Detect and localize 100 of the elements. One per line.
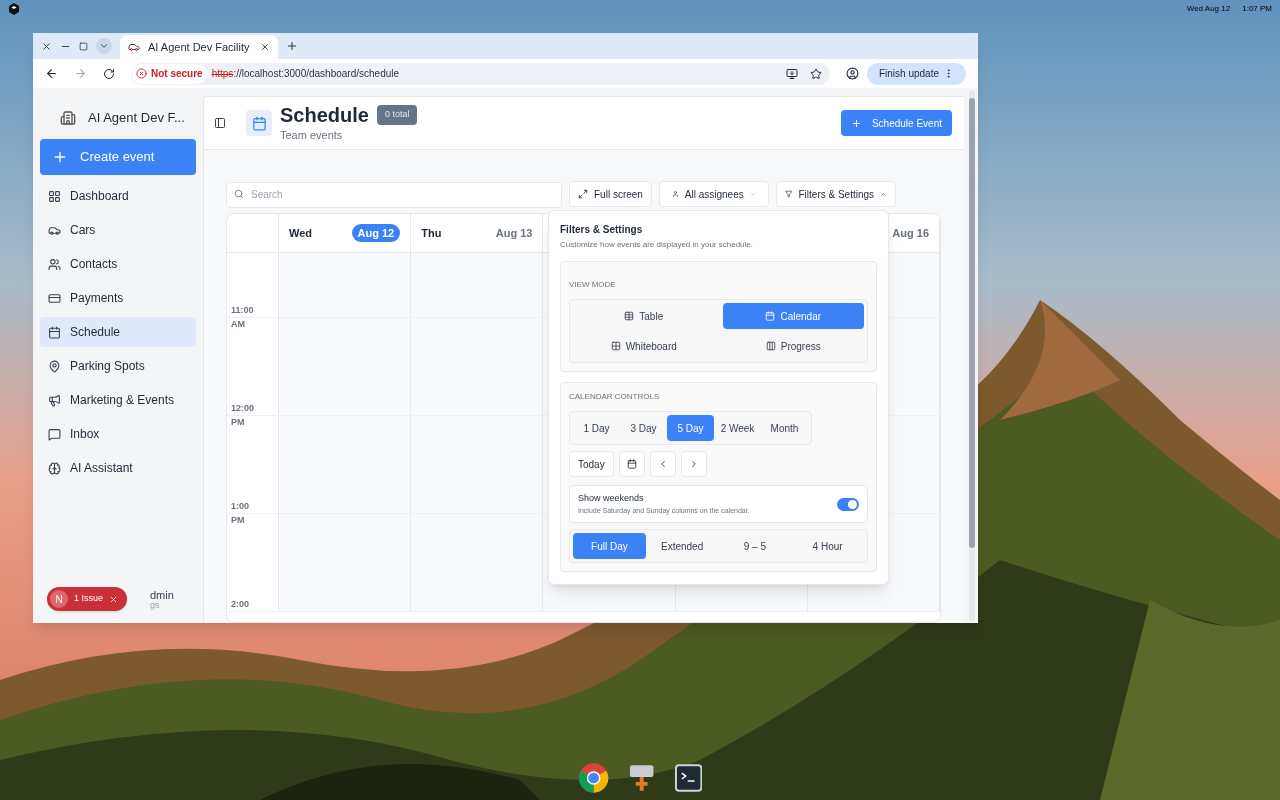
calendar-icon — [626, 459, 637, 469]
filters-button[interactable]: Filters & Settings — [775, 181, 896, 207]
pin-icon — [48, 359, 61, 373]
nav-item[interactable]: Inbox — [40, 419, 196, 449]
assignees-dropdown[interactable]: All assignees — [658, 181, 769, 207]
close-icon[interactable] — [109, 594, 119, 604]
nav-item[interactable]: Contacts — [40, 249, 196, 279]
view-mode-option[interactable]: Progress — [722, 333, 864, 359]
popover-subtitle: Customize how events are displayed in your schedule. — [560, 239, 754, 251]
range-option[interactable]: 1 Day — [573, 415, 620, 441]
day-name: Wed — [289, 225, 313, 241]
range-option[interactable]: 3 Day — [620, 415, 667, 441]
time-label: 2:00 — [231, 597, 250, 611]
view-mode-option[interactable]: Calendar — [722, 303, 864, 329]
warning-icon — [136, 68, 147, 79]
plus-icon — [52, 149, 68, 165]
nav-item[interactable]: Dashboard — [40, 181, 196, 211]
installer-icon[interactable] — [629, 763, 655, 793]
count-badge: 0 total — [376, 105, 418, 125]
hours-option[interactable]: Full Day — [573, 533, 646, 559]
logo-icon[interactable] — [8, 3, 20, 15]
time-period: AM — [231, 318, 246, 331]
terminal-icon[interactable] — [674, 764, 702, 792]
nav-item[interactable]: Payments — [40, 283, 196, 313]
nav-item[interactable]: AI Assistant — [40, 453, 196, 483]
time-label: 12:00 — [231, 401, 256, 415]
bookmark-icon[interactable] — [809, 67, 822, 80]
setting-title: Show weekends — [578, 492, 645, 505]
create-event-button[interactable]: Create event — [40, 139, 196, 175]
range-option[interactable]: Month — [761, 415, 808, 441]
browser-tab[interactable]: AI Agent Dev Facility — [120, 35, 278, 59]
view-mode-option[interactable]: Whiteboard — [573, 333, 715, 359]
profile-icon[interactable] — [845, 67, 859, 80]
day-date: Aug 12 — [351, 223, 401, 243]
fullscreen-button[interactable]: Full screen — [569, 181, 652, 207]
sidebar-toggle-icon[interactable] — [214, 117, 226, 129]
date-text: Wed Aug 12 — [1186, 3, 1231, 15]
section-label: CALENDAR CONTROLS — [569, 391, 661, 403]
page-subtitle: Team events — [280, 127, 344, 143]
update-button[interactable]: Finish update — [866, 62, 966, 85]
url-text: https://localhost:3000/dashboard/schedule — [211, 67, 400, 81]
hours-option[interactable]: Extended — [645, 533, 719, 559]
issue-label: 1 Issue — [74, 592, 104, 606]
columns-icon — [765, 341, 776, 351]
calendar-icon — [48, 325, 61, 339]
forward-icon[interactable] — [74, 67, 87, 80]
search-field[interactable]: Search — [226, 181, 562, 208]
reload-icon[interactable] — [103, 67, 115, 80]
expand-icon — [578, 189, 588, 199]
day-name: Thu — [421, 225, 442, 241]
install-icon[interactable] — [785, 67, 798, 80]
day-date: Aug 13 — [495, 225, 533, 241]
nav-item[interactable]: Parking Spots — [40, 351, 196, 381]
dashboard-icon — [48, 189, 61, 203]
new-tab-icon[interactable] — [286, 40, 298, 52]
grid-icon — [610, 341, 621, 351]
hours-option[interactable]: 4 Hour — [791, 533, 864, 559]
chat-icon — [48, 427, 61, 441]
megaphone-icon — [48, 393, 61, 407]
car-icon — [128, 41, 140, 53]
filter-icon — [784, 189, 793, 199]
date-picker-button[interactable] — [618, 451, 645, 477]
close-icon[interactable] — [41, 40, 52, 52]
time-label: 11:00 — [231, 303, 255, 317]
building-icon — [60, 110, 76, 126]
section-label: VIEW MODE — [569, 280, 616, 289]
maximize-icon[interactable] — [79, 41, 88, 51]
schedule-event-button[interactable]: Schedule Event — [840, 110, 952, 136]
hours-option[interactable]: 9 – 5 — [718, 533, 792, 559]
user-role: gs — [150, 601, 161, 610]
issue-badge[interactable]: N 1 Issue — [47, 587, 127, 611]
table-icon — [624, 311, 635, 321]
chevron-icon — [99, 41, 109, 51]
time-label: 1:00 — [231, 499, 250, 513]
close-icon[interactable] — [260, 42, 270, 52]
nav-item[interactable]: Marketing & Events — [40, 385, 196, 415]
clock-text: 1:07 PM — [1242, 3, 1272, 15]
day-date: Aug 16 — [892, 225, 929, 241]
back-icon[interactable] — [45, 67, 58, 80]
brain-icon — [48, 461, 61, 475]
user-name: dmin — [150, 590, 174, 601]
issue-avatar: N — [50, 590, 68, 608]
today-button[interactable]: Today — [569, 451, 614, 477]
range-option[interactable]: 5 Day — [667, 415, 714, 441]
address-bar[interactable]: Not secure https://localhost:3000/dashboard/schedule — [131, 62, 830, 85]
user-icon — [671, 189, 679, 199]
calendar-icon — [765, 311, 776, 321]
nav-item[interactable]: Schedule — [40, 317, 196, 347]
time-period: PM — [231, 514, 246, 527]
people-icon — [48, 257, 61, 271]
range-option[interactable]: 2 Week — [714, 415, 761, 441]
org-name: AI Agent Dev F... — [88, 109, 185, 128]
browser-icon[interactable] — [578, 762, 610, 794]
view-mode-option[interactable]: Table — [573, 303, 715, 329]
nav-item[interactable]: Cars — [40, 215, 196, 245]
weekends-toggle[interactable] — [837, 497, 859, 511]
time-period: PM — [231, 416, 246, 429]
popover-title: Filters & Settings — [560, 223, 644, 237]
search-icon — [234, 189, 244, 199]
card-icon — [48, 291, 61, 305]
